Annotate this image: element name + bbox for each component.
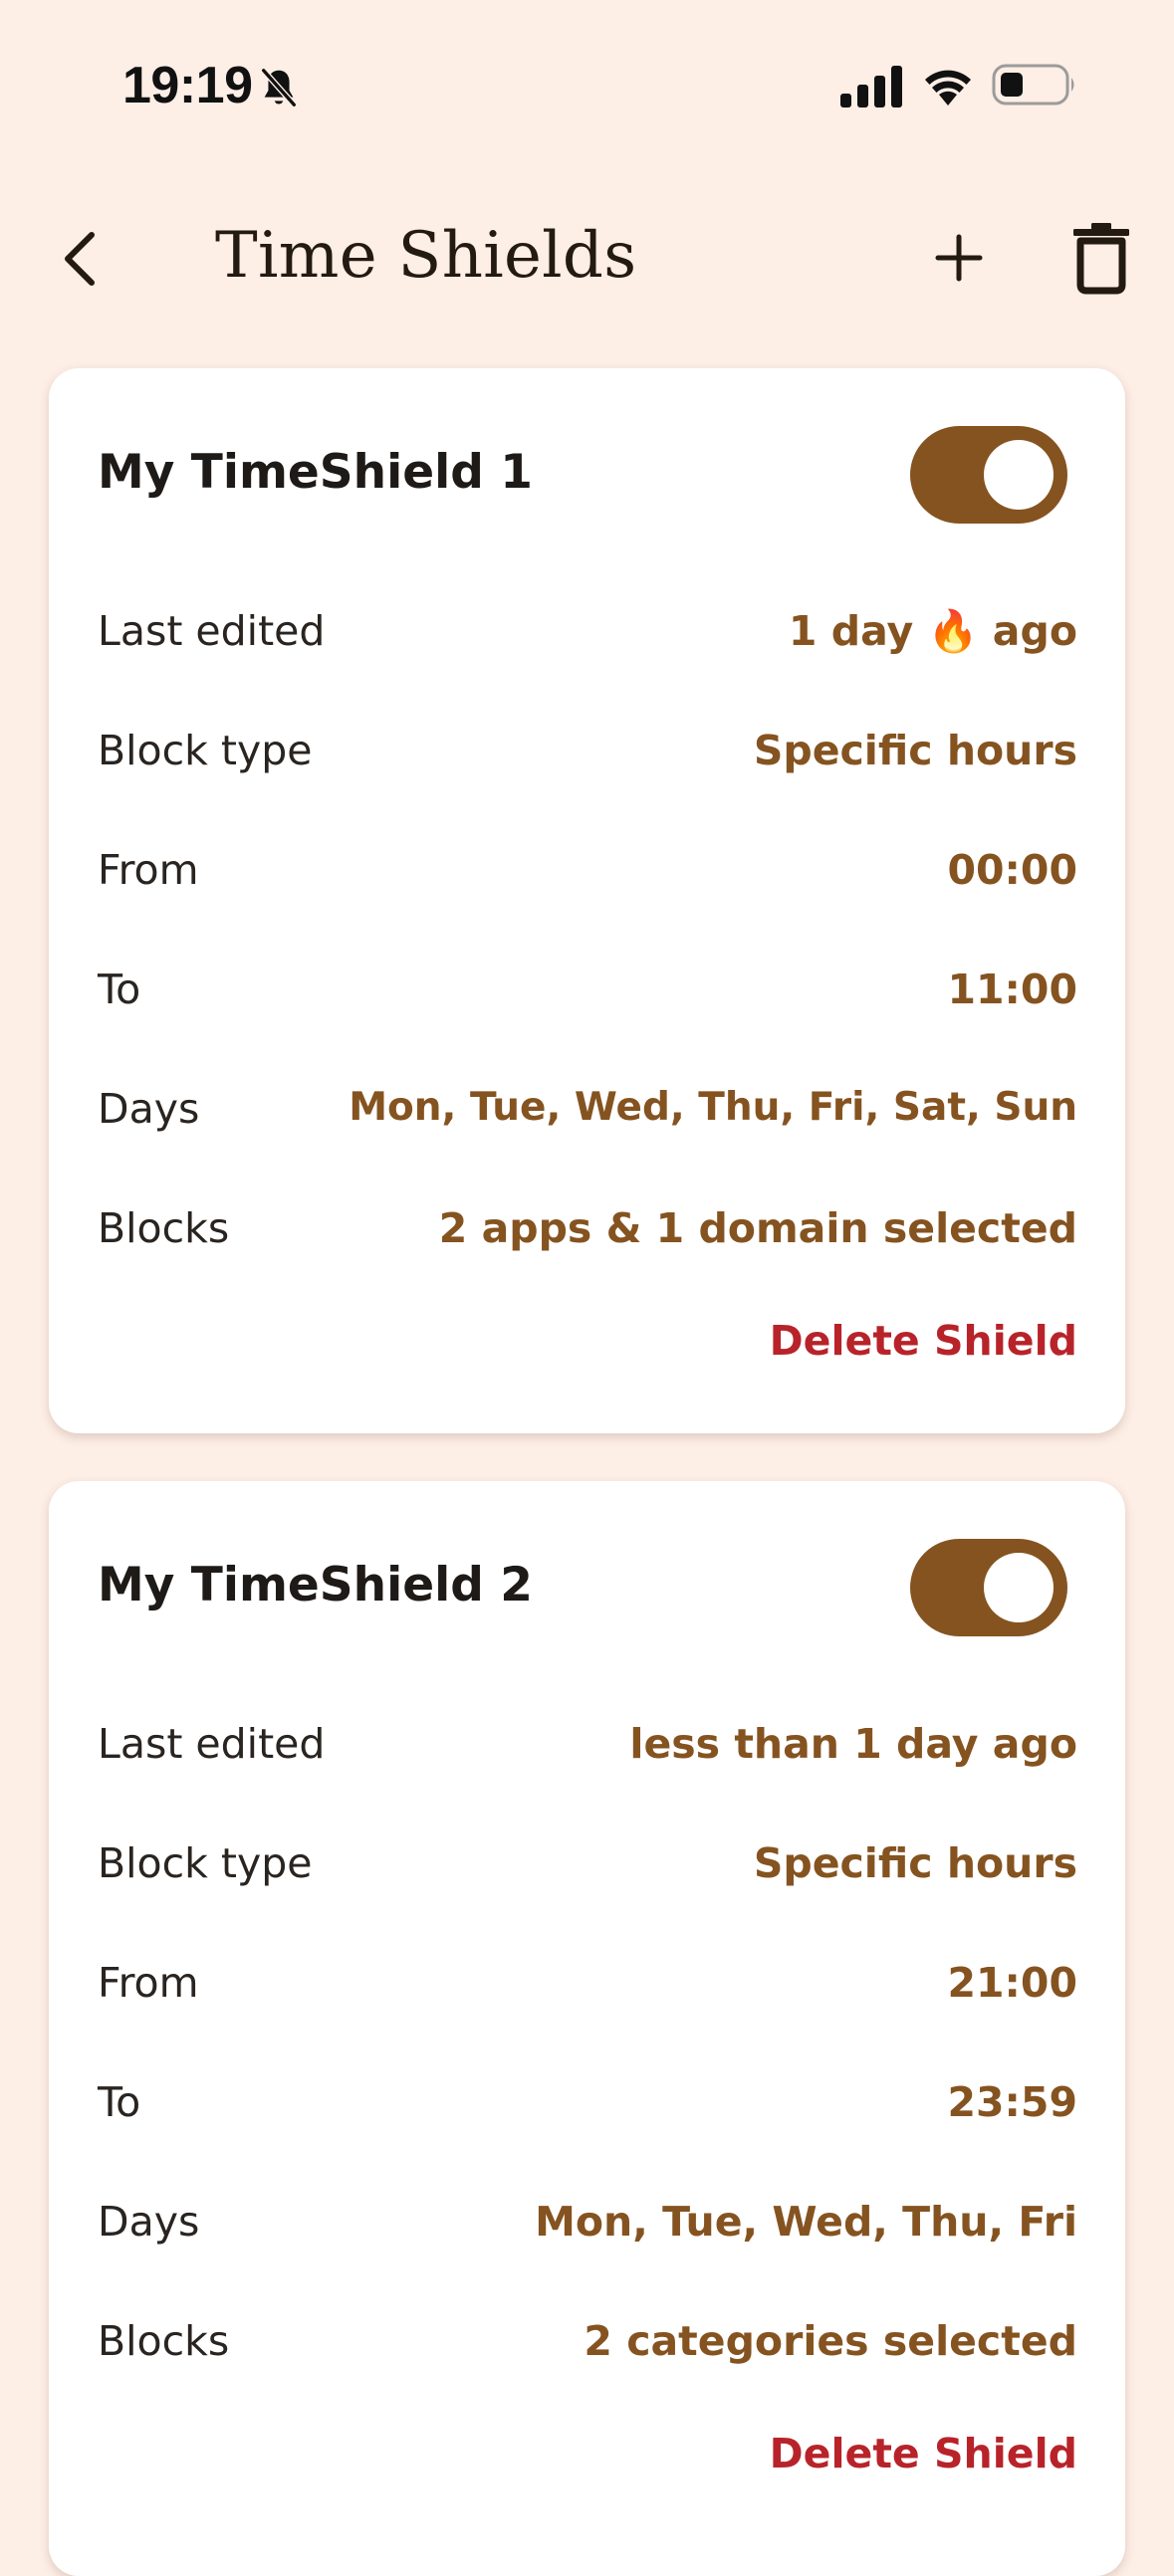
row-label: Last edited [98, 607, 326, 655]
row-value: 21:00 [947, 1959, 1077, 2007]
row-label: Blocks [98, 1204, 230, 1252]
cellular-signal-icon [840, 66, 902, 107]
row-value: 23:59 [947, 2078, 1077, 2126]
detail-row-block-type[interactable]: Block type Specific hours [98, 1831, 1077, 1901]
shield-card: My TimeShield 1 Last edited 1 day 🔥 ago … [49, 368, 1125, 1433]
detail-row-days[interactable]: Days Mon, Tue, Wed, Thu, Fri [98, 2190, 1077, 2259]
row-value: 00:00 [947, 846, 1077, 894]
row-value: 2 categories selected [584, 2317, 1077, 2365]
row-label: Blocks [98, 2317, 230, 2365]
battery-icon [992, 64, 1074, 106]
detail-row-block-type[interactable]: Block type Specific hours [98, 719, 1077, 788]
detail-row-to[interactable]: To 11:00 [98, 958, 1077, 1027]
row-label: Block type [98, 727, 313, 774]
wifi-icon [925, 70, 971, 106]
delete-shield-button[interactable]: Delete Shield [770, 1317, 1077, 1365]
detail-row-from[interactable]: From 00:00 [98, 838, 1077, 908]
page-title: Time Shields [215, 219, 637, 293]
detail-row-last-edited: Last edited less than 1 day ago [98, 1712, 1077, 1782]
bell-off-icon [260, 67, 298, 108]
shield-name: My TimeShield 2 [98, 1558, 533, 1612]
row-value: less than 1 day ago [629, 1720, 1077, 1768]
status-bar: 19:19 [0, 0, 1174, 174]
detail-row-last-edited: Last edited 1 day 🔥 ago [98, 599, 1077, 669]
shield-enabled-toggle[interactable] [910, 1539, 1067, 1636]
shield-enabled-toggle[interactable] [910, 426, 1067, 524]
row-value: Mon, Tue, Wed, Thu, Fri, Sat, Sun [349, 1085, 1077, 1130]
header: Time Shields [0, 199, 1174, 319]
delete-shield-button[interactable]: Delete Shield [770, 2430, 1077, 2477]
row-label: To [98, 966, 141, 1013]
detail-row-to[interactable]: To 23:59 [98, 2070, 1077, 2140]
row-value: 2 apps & 1 domain selected [438, 1204, 1077, 1252]
plus-icon[interactable] [924, 223, 994, 293]
status-time: 19:19 [122, 57, 253, 114]
row-value: Specific hours [753, 1839, 1077, 1887]
row-value: 11:00 [947, 966, 1077, 1013]
toggle-knob [984, 1553, 1054, 1622]
detail-row-from[interactable]: From 21:00 [98, 1951, 1077, 2021]
shield-name: My TimeShield 1 [98, 445, 533, 500]
row-label: Days [98, 2198, 200, 2246]
row-label: From [98, 846, 199, 894]
row-label: Last edited [98, 1720, 326, 1768]
row-label: Block type [98, 1839, 313, 1887]
detail-row-blocks[interactable]: Blocks 2 categories selected [98, 2309, 1077, 2379]
row-label: Days [98, 1085, 200, 1133]
trash-icon[interactable] [1065, 219, 1137, 295]
row-value: 1 day 🔥 ago [788, 607, 1077, 655]
shield-card: My TimeShield 2 Last edited less than 1 … [49, 1481, 1125, 2576]
row-label: To [98, 2078, 141, 2126]
row-label: From [98, 1959, 199, 2007]
detail-row-blocks[interactable]: Blocks 2 apps & 1 domain selected [98, 1196, 1077, 1266]
detail-row-days[interactable]: Days Mon, Tue, Wed, Thu, Fri, Sat, Sun [98, 1077, 1077, 1147]
back-chevron-icon[interactable] [48, 223, 119, 295]
row-value: Mon, Tue, Wed, Thu, Fri [535, 2198, 1077, 2246]
row-value: Specific hours [753, 727, 1077, 774]
toggle-knob [984, 440, 1054, 510]
